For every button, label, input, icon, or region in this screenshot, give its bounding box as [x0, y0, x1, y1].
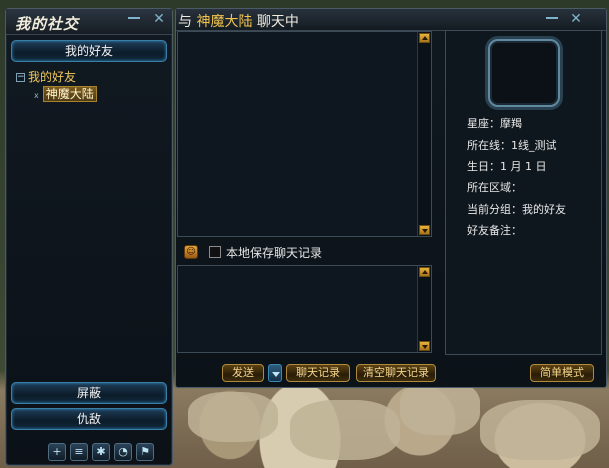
chat-title: 与 神魔大陆 聊天中 [178, 11, 299, 31]
emoticon-icon[interactable]: ☺ [184, 245, 198, 259]
tab-my-friends[interactable]: 我的好友 [11, 40, 167, 62]
profile-birthday: 生日：1 月 1 日 [467, 160, 547, 173]
scroll-down-icon[interactable] [419, 341, 430, 351]
send-button[interactable]: 发送 [222, 364, 264, 382]
scroll-up-icon[interactable] [419, 33, 430, 43]
minimize-icon[interactable] [128, 17, 140, 22]
friend-group-row[interactable]: − 我的好友 [16, 69, 97, 86]
chat-partner-name: 神魔大陆 [196, 14, 253, 30]
close-icon[interactable]: ✕ [152, 12, 166, 26]
profile-constellation: 星座：摩羯 [467, 117, 522, 130]
send-options-dropdown-icon[interactable] [268, 364, 282, 382]
save-record-label: 本地保存聊天记录 [226, 246, 323, 260]
history-scrollbar[interactable] [417, 32, 431, 236]
clear-history-button[interactable]: 清空聊天记录 [356, 364, 436, 382]
chat-title-prefix: 与 [178, 14, 192, 30]
minimize-icon[interactable] [546, 17, 558, 22]
chat-history-pane[interactable] [177, 31, 432, 237]
scroll-icon[interactable]: ≡ [70, 443, 88, 461]
friend-name[interactable]: 神魔大陆 [42, 86, 97, 102]
friend-tree: − 我的好友 x 神魔大陆 [16, 69, 97, 103]
input-scrollbar[interactable] [417, 266, 431, 352]
profile-remark: 好友备注： [467, 224, 522, 237]
avatar [488, 39, 560, 107]
chat-history-button[interactable]: 聊天记录 [286, 364, 350, 382]
save-record-checkbox[interactable] [209, 246, 221, 258]
social-panel-title: 我的社交 [15, 15, 80, 33]
profile-region: 所在区域： [467, 181, 522, 194]
social-panel: 我的社交 ✕ 我的好友 − 我的好友 x 神魔大陆 屏蔽 仇敌 + ≡ ✱ ◔ ⚑ [5, 8, 173, 466]
chat-bubble-icon[interactable]: ◔ [114, 443, 132, 461]
chat-input-pane[interactable] [177, 265, 432, 353]
scroll-up-icon[interactable] [419, 267, 430, 277]
social-panel-titlebar[interactable]: 我的社交 ✕ [6, 9, 172, 35]
friend-profile-panel: 星座：摩羯 所在线：1线_测试 生日：1 月 1 日 所在区域： 当前分组：我的… [445, 30, 602, 355]
social-toolbar: + ≡ ✱ ◔ ⚑ [48, 443, 158, 463]
flag-icon[interactable]: ⚑ [136, 443, 154, 461]
friend-group-label: 我的好友 [28, 70, 77, 84]
enemy-button[interactable]: 仇敌 [11, 408, 167, 430]
profile-server-line: 所在线：1线_测试 [467, 139, 557, 152]
scroll-down-icon[interactable] [419, 225, 430, 235]
settings-icon[interactable]: ✱ [92, 443, 110, 461]
close-icon[interactable]: ✕ [569, 12, 583, 26]
profile-group: 当前分组：我的好友 [467, 203, 566, 216]
collapse-toggle-icon[interactable]: − [16, 73, 25, 82]
chat-title-suffix: 聊天中 [256, 14, 299, 30]
chat-window-titlebar[interactable]: 与 神魔大陆 聊天中 ✕ [176, 9, 606, 31]
friend-list-item[interactable]: x 神魔大陆 [34, 86, 97, 103]
block-button[interactable]: 屏蔽 [11, 382, 167, 404]
add-friend-icon[interactable]: + [48, 443, 66, 461]
status-icon: x [34, 91, 39, 100]
simple-mode-button[interactable]: 简单模式 [530, 364, 594, 382]
